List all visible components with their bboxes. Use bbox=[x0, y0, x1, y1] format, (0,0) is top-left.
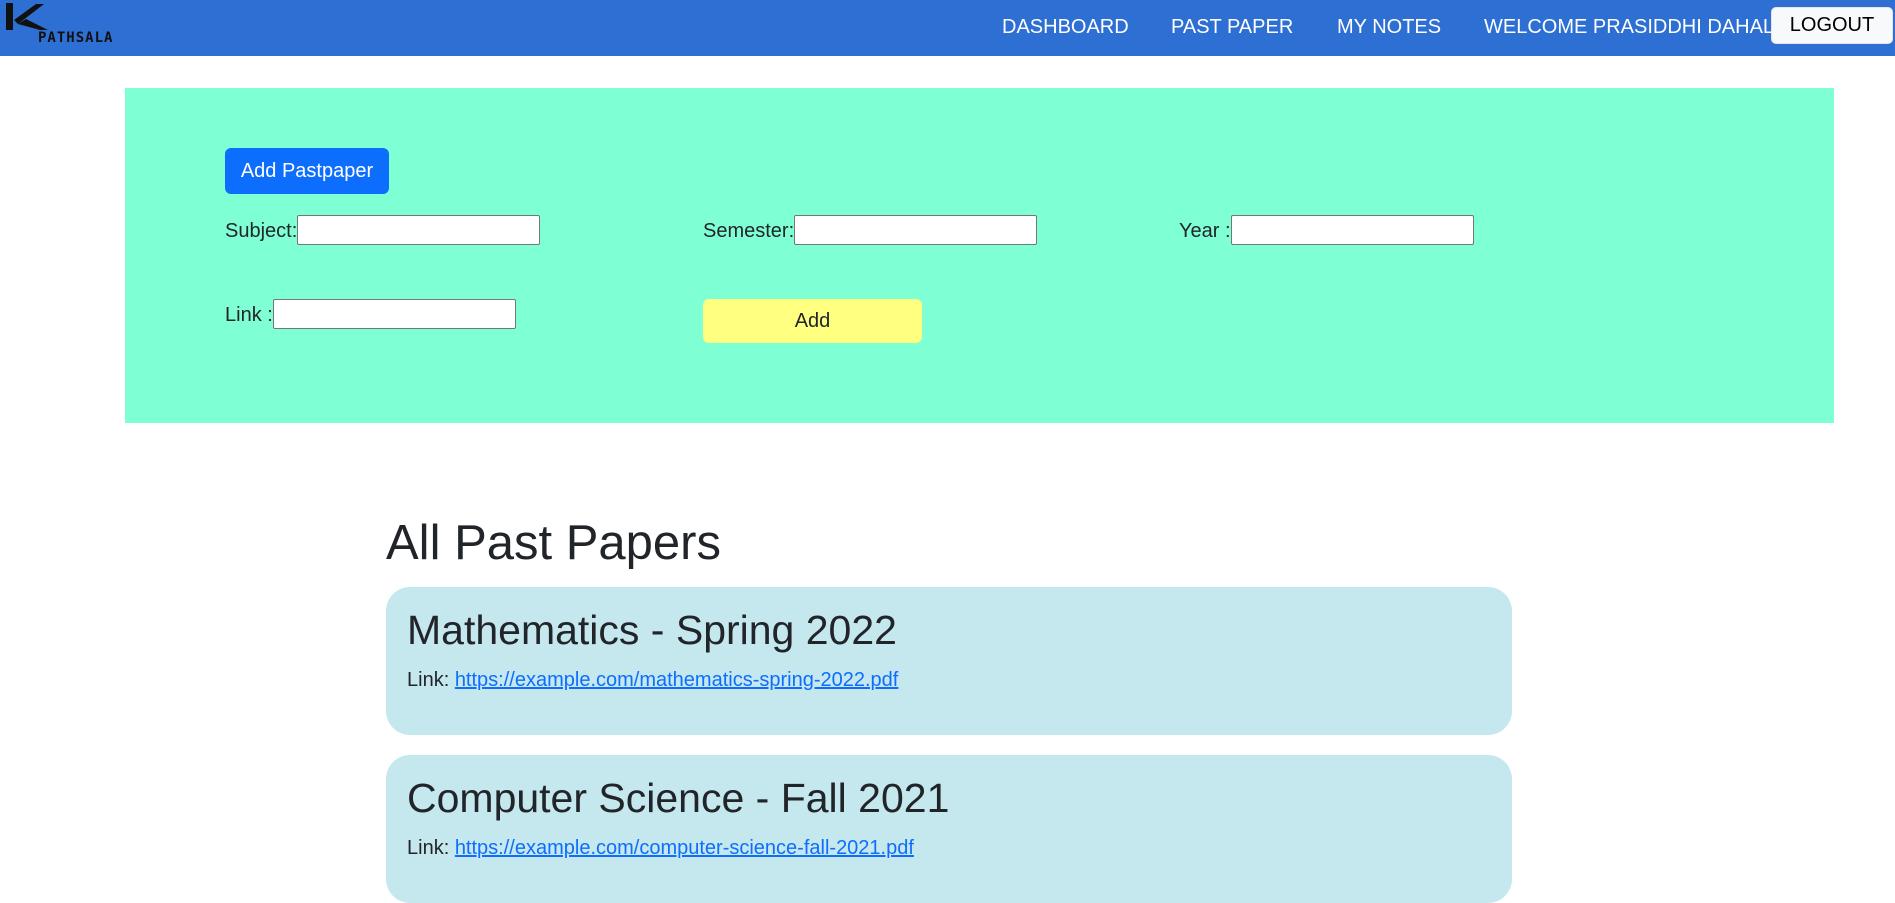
semester-input[interactable] bbox=[794, 215, 1037, 245]
subject-label: Subject: bbox=[225, 220, 298, 242]
logout-button[interactable]: LOGOUT bbox=[1771, 7, 1893, 44]
nav-my-notes[interactable]: MY NOTES bbox=[1337, 16, 1441, 39]
paper-link[interactable]: https://example.com/computer-science-fal… bbox=[455, 837, 914, 859]
logo[interactable]: PATHSALA bbox=[4, 0, 134, 50]
nav-dashboard[interactable]: DASHBOARD bbox=[1002, 16, 1129, 39]
paper-link-label: Link: bbox=[407, 837, 455, 859]
welcome-user-text: WELCOME PRASIDDHI DAHAL bbox=[1484, 16, 1775, 38]
link-input[interactable] bbox=[273, 299, 516, 329]
paper-title: Computer Science - Fall 2021 bbox=[407, 775, 950, 821]
add-pastpaper-button[interactable]: Add Pastpaper bbox=[225, 148, 389, 194]
top-navbar: PATHSALA DASHBOARD PAST PAPER MY NOTES W… bbox=[0, 0, 1895, 56]
all-past-papers-heading: All Past Papers bbox=[386, 516, 721, 570]
year-input[interactable] bbox=[1231, 215, 1474, 245]
year-label: Year : bbox=[1179, 220, 1231, 242]
semester-label: Semester: bbox=[703, 220, 795, 242]
paper-link[interactable]: https://example.com/mathematics-spring-2… bbox=[455, 669, 899, 691]
paper-card: Computer Science - Fall 2021 Link: https… bbox=[386, 755, 1512, 903]
paper-link-row: Link: https://example.com/computer-scien… bbox=[407, 837, 914, 860]
paper-title: Mathematics - Spring 2022 bbox=[407, 607, 897, 653]
paper-card: Mathematics - Spring 2022 Link: https://… bbox=[386, 587, 1512, 735]
add-submit-button[interactable]: Add bbox=[703, 299, 922, 343]
logo-text: PATHSALA bbox=[38, 30, 114, 46]
add-pastpaper-panel: Add Pastpaper Subject: Semester: Year : … bbox=[125, 88, 1834, 423]
paper-link-row: Link: https://example.com/mathematics-sp… bbox=[407, 669, 898, 692]
subject-input[interactable] bbox=[297, 215, 540, 245]
nav-past-paper[interactable]: PAST PAPER bbox=[1171, 16, 1293, 39]
paper-link-label: Link: bbox=[407, 669, 455, 691]
link-label: Link : bbox=[225, 304, 273, 326]
